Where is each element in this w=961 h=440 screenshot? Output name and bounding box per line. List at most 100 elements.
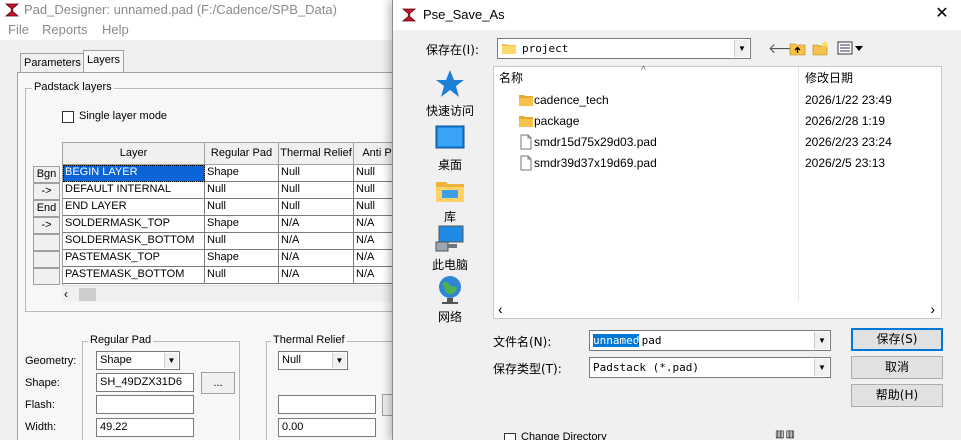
grid-cell[interactable]: END LAYER xyxy=(63,199,205,216)
menu-help[interactable]: Help xyxy=(102,22,129,37)
place-desktop[interactable]: 桌面 xyxy=(415,122,485,173)
flash-field[interactable] xyxy=(96,395,194,414)
grid-cell[interactable]: SOLDERMASK_BOTTOM xyxy=(63,233,205,250)
grid-cell[interactable]: Shape xyxy=(205,250,279,267)
place-network[interactable]: 网络 xyxy=(415,274,485,325)
width-field[interactable]: 49.22 xyxy=(96,418,194,437)
file-name: package xyxy=(534,114,580,128)
single-layer-mode-checkbox[interactable] xyxy=(62,111,74,123)
column-header-name[interactable]: 名称 xyxy=(499,67,523,89)
new-folder-icon[interactable] xyxy=(812,40,830,58)
tab-layers[interactable]: Layers xyxy=(83,50,125,73)
chevron-down-icon[interactable]: ▼ xyxy=(734,40,749,57)
scrollbar-thumb[interactable] xyxy=(79,288,96,301)
pad-designer-menubar: File Reports Help xyxy=(0,20,400,40)
grid-cell[interactable]: Null xyxy=(205,267,279,284)
grid-cell[interactable]: SOLDERMASK_TOP xyxy=(63,216,205,233)
grid-cell[interactable]: N/A xyxy=(279,250,354,267)
row-button-end[interactable]: End xyxy=(33,200,60,217)
file-list[interactable]: 名称 ^ 修改日期 cadence_tech 2026/1/22 23:49 p… xyxy=(493,65,943,319)
change-directory-checkbox[interactable] xyxy=(504,433,516,440)
filetype-value: Padstack (*.pad) xyxy=(593,361,699,374)
thermal-geometry-select[interactable]: Null ▼ xyxy=(278,351,348,370)
pad-designer-titlebar: Pad_Designer: unnamed.pad (F:/Cadence/SP… xyxy=(0,0,400,20)
table-row[interactable]: END LAYER Null Null Null xyxy=(63,199,401,216)
shape-browse-button[interactable]: ... xyxy=(201,372,235,394)
grid-header: Layer Regular Pad Thermal Relief Anti P xyxy=(63,143,401,165)
help-button[interactable]: 帮助(H) xyxy=(851,384,943,407)
grid-cell[interactable]: Null xyxy=(279,199,354,216)
menu-reports[interactable]: Reports xyxy=(42,22,88,37)
chevron-down-icon[interactable]: ▼ xyxy=(814,359,829,376)
chevron-right-icon[interactable]: › xyxy=(930,301,935,317)
grid-cell[interactable]: N/A xyxy=(279,267,354,284)
grid-cell[interactable]: Null xyxy=(205,199,279,216)
grid-cell[interactable]: Null xyxy=(279,165,354,182)
grid-col-regular-pad[interactable]: Regular Pad xyxy=(205,143,279,165)
row-button-arrow-2[interactable]: -> xyxy=(33,217,60,234)
grid-horizontal-scrollbar[interactable]: ‹ xyxy=(62,285,400,302)
grid-cell[interactable]: N/A xyxy=(279,216,354,233)
up-folder-icon[interactable] xyxy=(789,40,807,58)
close-icon[interactable]: ✕ xyxy=(932,4,952,24)
cadence-logo-icon xyxy=(4,2,20,18)
save-in-select[interactable]: project ▼ xyxy=(497,38,751,59)
pad-designer-title: Pad_Designer: unnamed.pad (F:/Cadence/SP… xyxy=(24,2,337,17)
grid-cell[interactable]: Null xyxy=(205,182,279,199)
chevron-down-icon[interactable]: ▼ xyxy=(164,353,178,368)
save-button[interactable]: 保存(S) xyxy=(851,328,943,351)
filename-input[interactable]: unnamed .pad ▼ xyxy=(589,330,831,351)
grid-col-thermal-relief[interactable]: Thermal Relief xyxy=(279,143,354,165)
filetype-select[interactable]: Padstack (*.pad) ▼ xyxy=(589,357,831,378)
grid-cell[interactable]: DEFAULT INTERNAL xyxy=(63,182,205,199)
grid-cell[interactable]: Shape xyxy=(205,165,279,182)
place-library[interactable]: 库 xyxy=(415,174,485,225)
table-row[interactable]: BEGIN LAYER Shape Null Null xyxy=(63,165,401,182)
menu-file[interactable]: File xyxy=(8,22,29,37)
list-item[interactable]: smdr39d37x19d69.pad 2026/2/5 23:13 xyxy=(494,153,943,174)
table-row[interactable]: SOLDERMASK_TOP Shape N/A N/A xyxy=(63,216,401,233)
tab-parameters[interactable]: Parameters xyxy=(20,53,85,72)
document-icon xyxy=(518,134,534,150)
geometry-select[interactable]: Shape ▼ xyxy=(96,351,180,370)
chevron-left-icon[interactable]: ‹ xyxy=(498,301,503,317)
grid-cell[interactable]: Shape xyxy=(205,216,279,233)
list-item[interactable]: smdr15d75x29d03.pad 2026/2/23 23:24 xyxy=(494,132,943,153)
view-menu-icon[interactable] xyxy=(837,40,865,58)
place-quick-access[interactable]: 快速访问 xyxy=(415,68,485,119)
thermal-width-field[interactable]: 0.00 xyxy=(278,418,376,437)
grid-cell[interactable]: N/A xyxy=(279,233,354,250)
thermal-flash-field[interactable] xyxy=(278,395,376,414)
grid-cell[interactable]: Null xyxy=(205,233,279,250)
table-row[interactable]: PASTEMASK_TOP Shape N/A N/A xyxy=(63,250,401,267)
column-header-date[interactable]: 修改日期 xyxy=(805,67,853,89)
grid-cell[interactable]: PASTEMASK_TOP xyxy=(63,250,205,267)
grid-col-layer[interactable]: Layer xyxy=(63,143,205,165)
row-button-6[interactable] xyxy=(33,251,60,268)
shape-field[interactable]: SH_49DZX31D6 xyxy=(96,373,194,392)
list-view-icon[interactable]: ▥▥ xyxy=(775,429,811,440)
table-row[interactable]: PASTEMASK_BOTTOM Null N/A N/A xyxy=(63,267,401,284)
flash-label: Flash: xyxy=(25,399,55,411)
place-label: 快速访问 xyxy=(425,104,474,118)
grid-cell[interactable]: BEGIN LAYER xyxy=(63,165,205,182)
file-list-horizontal-scrollbar[interactable]: ‹ › xyxy=(494,301,941,318)
row-button-5[interactable] xyxy=(33,234,60,251)
grid-cell[interactable]: Null xyxy=(279,182,354,199)
row-button-bgn[interactable]: Bgn xyxy=(33,166,60,183)
list-item[interactable]: cadence_tech 2026/1/22 23:49 xyxy=(494,90,943,111)
thermal-relief-label: Thermal Relief xyxy=(271,334,347,346)
save-in-value: project xyxy=(522,42,569,55)
table-row[interactable]: DEFAULT INTERNAL Null Null Null xyxy=(63,182,401,199)
table-row[interactable]: SOLDERMASK_BOTTOM Null N/A N/A xyxy=(63,233,401,250)
chevron-down-icon[interactable]: ▼ xyxy=(814,332,829,349)
geometry-value: Shape xyxy=(100,354,132,366)
place-this-pc[interactable]: 此电脑 xyxy=(415,222,485,273)
cancel-button[interactable]: 取消 xyxy=(851,356,943,379)
scroll-left-arrow-icon[interactable]: ‹ xyxy=(64,287,68,301)
list-item[interactable]: package 2026/2/28 1:19 xyxy=(494,111,943,132)
row-button-arrow-1[interactable]: -> xyxy=(33,183,60,200)
grid-cell[interactable]: PASTEMASK_BOTTOM xyxy=(63,267,205,284)
row-button-7[interactable] xyxy=(33,268,60,285)
chevron-down-icon[interactable]: ▼ xyxy=(332,353,346,368)
